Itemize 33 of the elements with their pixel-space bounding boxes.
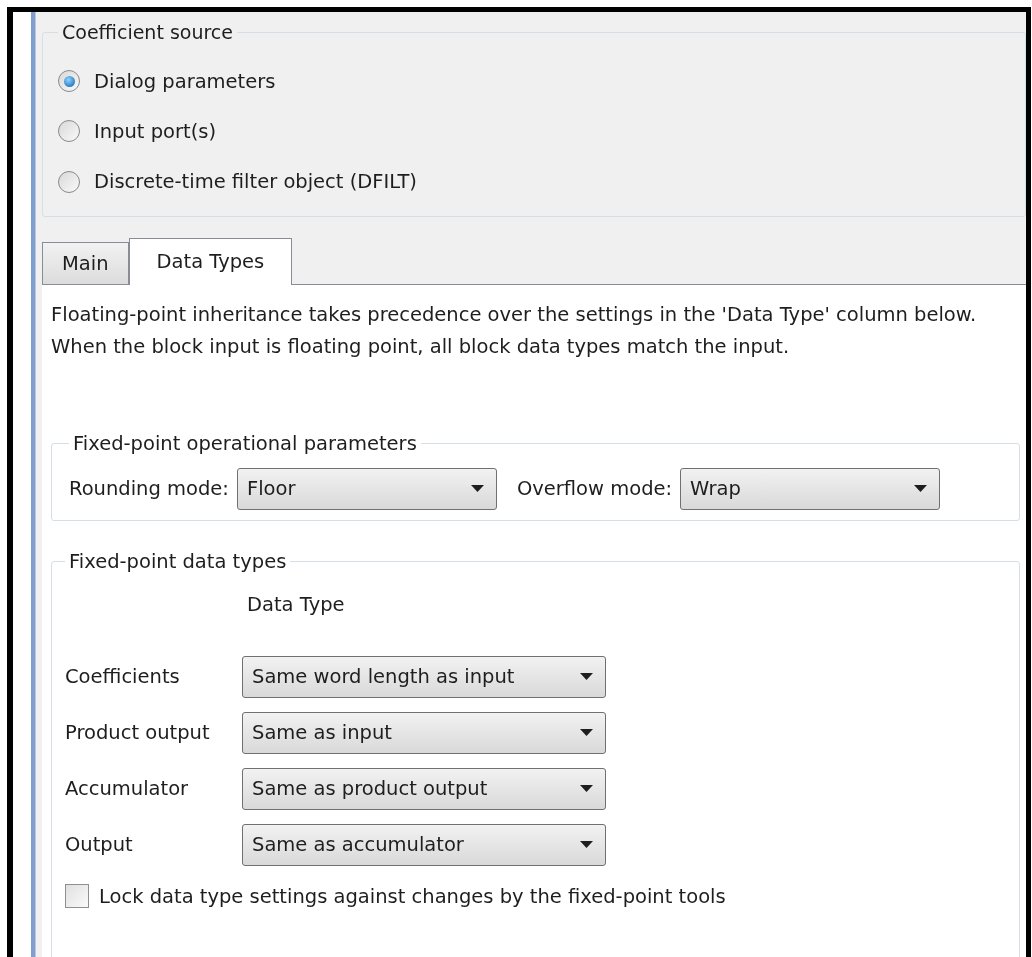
radio-button[interactable] — [58, 120, 80, 143]
tab[interactable]: Main — [42, 241, 129, 284]
row-label: Product output — [65, 719, 211, 746]
caret-icon — [914, 485, 928, 493]
field-label: Rounding mode: — [69, 476, 229, 503]
group-title: Coefficient source — [61, 20, 234, 45]
row-label: Output — [65, 831, 134, 858]
row-label: Coefficients — [65, 663, 181, 690]
radio-label: Input port(s) — [94, 118, 217, 145]
description-text: Floating-point inheritance takes precedence over the settings in the 'Data Type' column below. When the block input is floating point, all block data types match the input. — [51, 301, 978, 360]
caret-icon — [580, 840, 593, 849]
caret-icon — [580, 728, 593, 737]
radio-button[interactable] — [58, 70, 80, 93]
field-label: Overflow mode: — [516, 476, 673, 503]
tab[interactable]: Data Types — [128, 237, 293, 285]
dropdown[interactable]: Floor — [236, 468, 497, 510]
checkbox[interactable] — [65, 884, 89, 909]
dropdown[interactable]: Wrap — [680, 468, 941, 510]
dropdown[interactable]: Same as input — [242, 711, 606, 754]
column-header: Data Type — [247, 592, 345, 619]
caret-icon — [580, 784, 593, 793]
row-label: Accumulator — [65, 775, 190, 802]
radio-label: Discrete-time filter object (DFILT) — [94, 169, 417, 195]
dropdown[interactable]: Same word length as input — [242, 655, 606, 698]
group-title: Fixed-point operational parameters — [72, 430, 418, 457]
caret-icon — [470, 485, 484, 493]
dropdown[interactable]: Same as accumulator — [242, 823, 606, 866]
caret-icon — [580, 672, 593, 681]
radio-label: Dialog parameters — [94, 68, 276, 95]
group-title: Fixed-point data types — [68, 549, 288, 575]
radio-button[interactable] — [58, 170, 80, 193]
dropdown[interactable]: Same as product output — [242, 767, 606, 810]
checkbox-label: Lock data type settings against changes by the fixed-point tools — [99, 883, 726, 910]
